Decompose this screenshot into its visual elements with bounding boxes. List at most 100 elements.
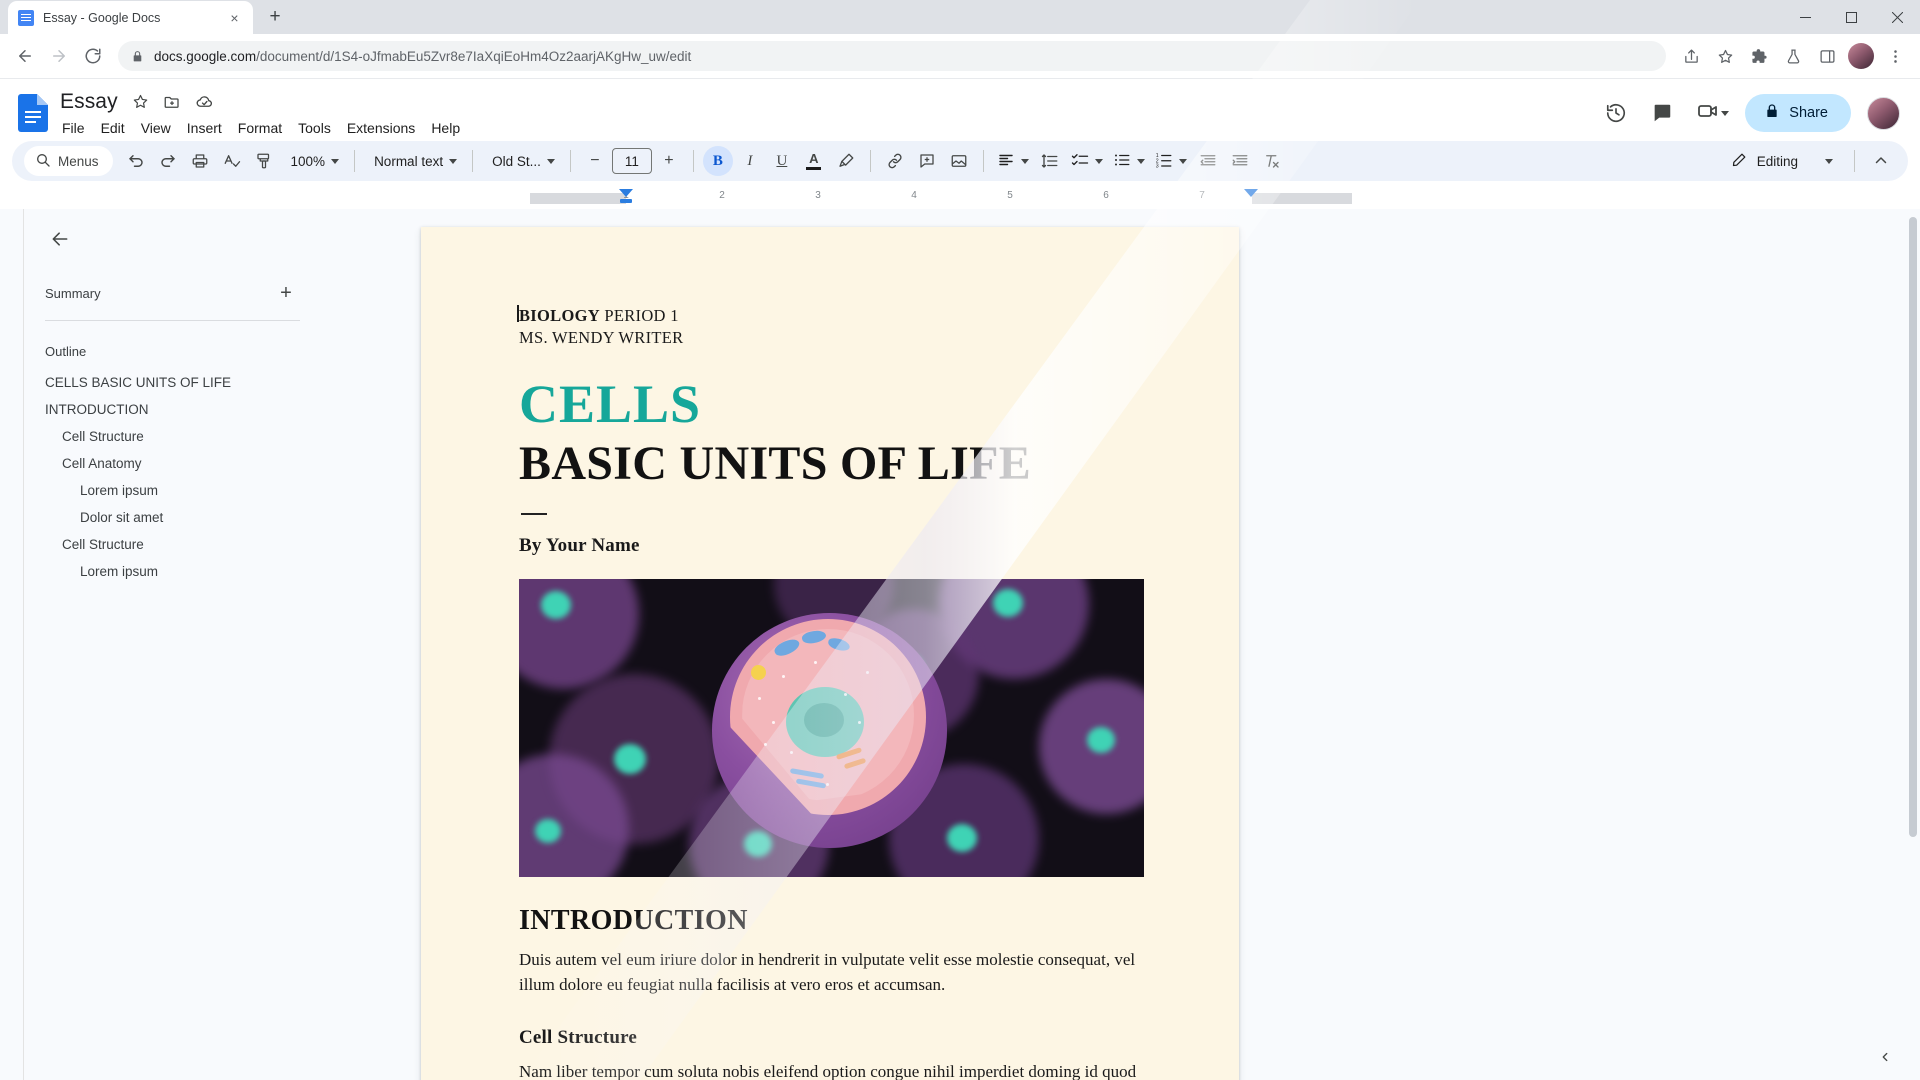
document-scroll-area[interactable]: BIOLOGY PERIOD 1 MS. WENDY WRITER CELLS … — [319, 209, 1920, 1080]
left-gutter — [0, 209, 24, 1080]
insert-image-icon[interactable] — [944, 146, 974, 176]
version-history-icon[interactable] — [1596, 93, 1636, 133]
cell-body — [694, 601, 964, 861]
chevron-down-icon — [449, 159, 457, 164]
decrease-indent-icon[interactable] — [1193, 146, 1223, 176]
menu-edit[interactable]: Edit — [93, 117, 133, 139]
menu-format[interactable]: Format — [230, 117, 290, 139]
paint-format-icon[interactable] — [249, 146, 279, 176]
increase-font-size-button[interactable]: + — [654, 146, 684, 176]
zoom-dropdown[interactable]: 100% — [281, 146, 346, 176]
line-spacing-icon[interactable] — [1035, 146, 1065, 176]
add-comment-icon[interactable] — [912, 146, 942, 176]
url-text: docs.google.com/document/d/1S4-oJfmabEu5… — [154, 49, 1653, 64]
undo-icon[interactable] — [121, 146, 151, 176]
outline-item-introduction[interactable]: INTRODUCTION — [38, 396, 305, 423]
meet-button[interactable] — [1688, 93, 1733, 133]
editing-mode-button[interactable]: Editing — [1721, 146, 1843, 176]
left-margin-marker[interactable] — [620, 199, 632, 203]
align-dropdown[interactable] — [993, 146, 1033, 176]
document-title[interactable]: Essay — [60, 90, 118, 114]
menu-file[interactable]: File — [54, 117, 93, 139]
menu-view[interactable]: View — [133, 117, 179, 139]
menu-tools[interactable]: Tools — [290, 117, 339, 139]
document-page[interactable]: BIOLOGY PERIOD 1 MS. WENDY WRITER CELLS … — [421, 227, 1239, 1080]
numbered-list-dropdown[interactable]: 123 — [1151, 146, 1191, 176]
nucleus — [786, 687, 864, 757]
font-family-dropdown[interactable]: Old St... — [482, 146, 561, 176]
clear-formatting-icon[interactable] — [1257, 146, 1287, 176]
avatar[interactable] — [1867, 97, 1900, 130]
reload-icon[interactable] — [78, 41, 108, 71]
svg-text:3: 3 — [1156, 163, 1159, 169]
redo-icon[interactable] — [153, 146, 183, 176]
document-byline: By Your Name — [519, 535, 1141, 557]
menus-search-button[interactable]: Menus — [24, 146, 113, 176]
browser-profile-avatar[interactable] — [1848, 43, 1874, 69]
google-docs-icon[interactable] — [14, 88, 52, 138]
page-nav-buttons — [1872, 1044, 1898, 1070]
lock-icon — [1764, 103, 1780, 123]
bookmark-star-icon[interactable] — [1710, 41, 1740, 71]
checklist-dropdown[interactable] — [1067, 146, 1107, 176]
insert-link-icon[interactable] — [880, 146, 910, 176]
bulleted-list-dropdown[interactable] — [1109, 146, 1149, 176]
back-icon[interactable] — [10, 41, 40, 71]
chrome-menu-icon[interactable] — [1880, 41, 1910, 71]
move-folder-icon[interactable] — [163, 93, 181, 111]
numbered-list-icon: 123 — [1155, 151, 1173, 172]
back-arrow-icon[interactable] — [42, 221, 78, 257]
underline-button[interactable]: U — [767, 146, 797, 176]
address-bar[interactable]: docs.google.com/document/d/1S4-oJfmabEu5… — [118, 41, 1666, 71]
toolbar-divider — [870, 150, 871, 172]
menu-extensions[interactable]: Extensions — [339, 117, 423, 139]
menu-insert[interactable]: Insert — [179, 117, 230, 139]
outline-item-cell-structure-2[interactable]: Cell Structure — [38, 531, 305, 558]
docs-title-row: Essay — [60, 88, 468, 116]
horizontal-ruler[interactable]: 1 2 3 4 5 6 7 — [530, 187, 1352, 209]
share-page-icon[interactable] — [1676, 41, 1706, 71]
comment-icon[interactable] — [1642, 93, 1682, 133]
print-icon[interactable] — [185, 146, 215, 176]
italic-button[interactable]: I — [735, 146, 765, 176]
cloud-saved-icon[interactable] — [195, 92, 214, 111]
new-tab-button[interactable]: + — [261, 3, 289, 31]
document-title-accent: CELLS — [519, 375, 1141, 433]
forward-icon[interactable] — [44, 41, 74, 71]
window-close-icon[interactable] — [1874, 0, 1920, 34]
maximize-icon[interactable] — [1828, 0, 1874, 34]
increase-indent-icon[interactable] — [1225, 146, 1255, 176]
outline-item-cells-basic-units-of-life[interactable]: CELLS BASIC UNITS OF LIFE — [38, 369, 305, 396]
left-indent-marker[interactable] — [619, 189, 633, 197]
bold-button[interactable]: B — [703, 146, 733, 176]
star-icon[interactable] — [132, 93, 149, 110]
outline-item-cell-structure[interactable]: Cell Structure — [38, 423, 305, 450]
outline-item-dolor-sit-amet[interactable]: Dolor sit amet — [38, 504, 305, 531]
font-size-input[interactable]: 11 — [612, 148, 652, 174]
close-icon[interactable]: × — [226, 9, 243, 26]
decrease-font-size-button[interactable]: − — [580, 146, 610, 176]
outline-item-cell-anatomy[interactable]: Cell Anatomy — [38, 450, 305, 477]
spellcheck-icon[interactable] — [217, 146, 247, 176]
outline-item-lorem-ipsum[interactable]: Lorem ipsum — [38, 477, 305, 504]
outline-item-lorem-ipsum-2[interactable]: Lorem ipsum — [38, 558, 305, 585]
right-indent-marker[interactable] — [1244, 189, 1258, 197]
url-domain: docs.google.com — [154, 49, 256, 64]
animal-cell-illustration[interactable] — [519, 579, 1144, 877]
paragraph-style-dropdown[interactable]: Normal text — [364, 146, 463, 176]
sidepanel-icon[interactable] — [1812, 41, 1842, 71]
chevron-up-icon[interactable] — [1866, 146, 1896, 176]
add-summary-button[interactable]: + — [272, 279, 300, 307]
highlight-pen-icon[interactable] — [831, 146, 861, 176]
docs-menu-bar: File Edit View Insert Format Tools Exten… — [54, 117, 468, 139]
browser-tab[interactable]: Essay - Google Docs × — [8, 1, 253, 34]
extensions-icon[interactable] — [1744, 41, 1774, 71]
labs-icon[interactable] — [1778, 41, 1808, 71]
minimize-icon[interactable] — [1782, 0, 1828, 34]
chevron-left-icon[interactable] — [1872, 1044, 1898, 1070]
text-color-button[interactable]: A — [799, 146, 829, 176]
scrollbar-thumb[interactable] — [1909, 217, 1917, 837]
share-button[interactable]: Share — [1745, 94, 1851, 132]
menu-help[interactable]: Help — [423, 117, 468, 139]
vertical-scrollbar[interactable] — [1906, 209, 1920, 1080]
